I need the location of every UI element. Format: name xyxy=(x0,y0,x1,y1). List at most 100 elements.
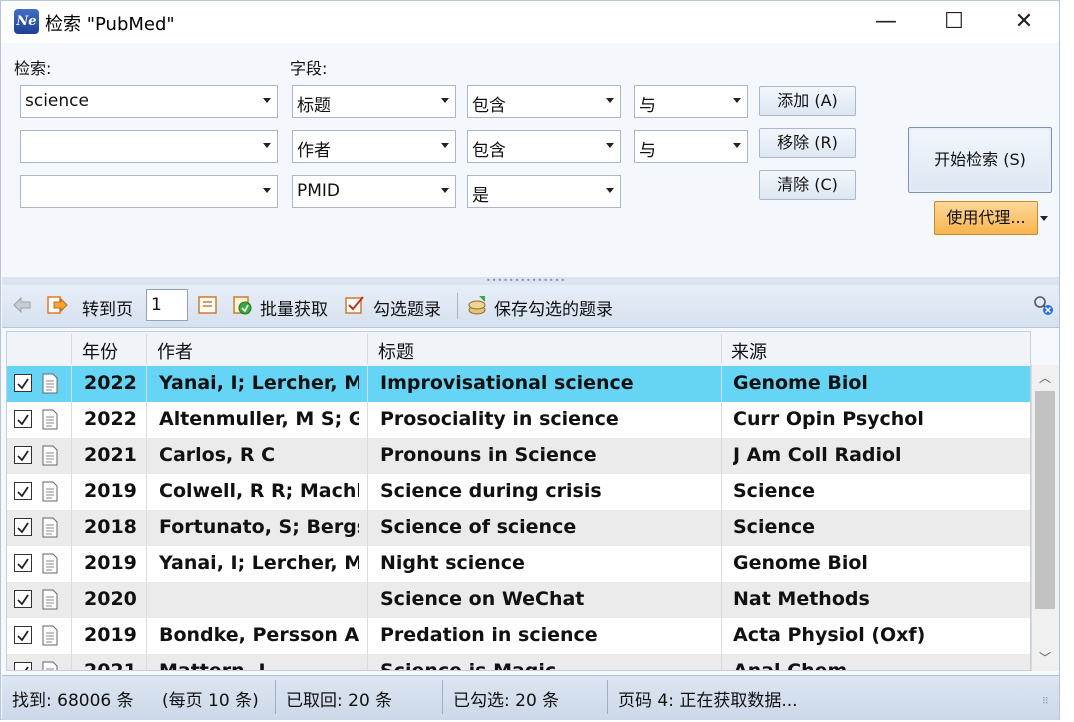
column-header-author[interactable]: 作者 xyxy=(157,338,193,364)
proxy-dropdown-icon[interactable] xyxy=(1040,216,1048,221)
column-divider xyxy=(71,366,72,402)
operator-combo-3[interactable]: 是 xyxy=(467,175,621,208)
table-row[interactable]: 2022 Altenmuller, M S; G. Prosociality in … xyxy=(7,402,1030,438)
cell-year: 2021 xyxy=(84,660,137,671)
row-checkbox[interactable] xyxy=(14,554,32,572)
remove-button[interactable]: 移除 (R) xyxy=(759,128,856,158)
table-row[interactable]: 2021 Carlos, R C Pronouns in Science J Am C… xyxy=(7,438,1030,474)
column-divider xyxy=(146,334,147,364)
maximize-button[interactable]: ☐ xyxy=(919,1,989,43)
column-header-year[interactable]: 年份 xyxy=(82,338,118,364)
logic-combo-1[interactable]: 与 xyxy=(634,85,748,118)
table-row[interactable]: 2019 Colwell, R R; Machlis Science during … xyxy=(7,474,1030,510)
next-page-icon[interactable] xyxy=(46,294,68,316)
cell-author: Fortunato, S; Bergst. xyxy=(159,516,359,538)
logic-combo-2[interactable]: 与 xyxy=(634,130,748,163)
column-divider xyxy=(721,402,722,438)
chevron-down-icon xyxy=(733,143,741,148)
table-row[interactable]: 2019 Yanai, I; Lercher, M Night science Gen… xyxy=(7,546,1030,582)
document-icon xyxy=(42,625,58,646)
cell-title: Improvisational science xyxy=(380,372,634,394)
column-divider xyxy=(71,474,72,510)
checkmark-icon xyxy=(17,486,29,498)
save-records-icon[interactable] xyxy=(466,294,488,316)
column-divider xyxy=(367,474,368,510)
cell-year: 2018 xyxy=(84,516,137,538)
cell-title: Predation in science xyxy=(380,624,598,646)
panel-splitter[interactable]: •••••••••••••• xyxy=(2,277,1059,285)
page-number-input[interactable]: 1 xyxy=(146,289,188,321)
status-found: 找到: 68006 条 xyxy=(12,691,134,711)
column-divider xyxy=(367,618,368,654)
grid-scrollbar[interactable]: ︿ ﹀ xyxy=(1031,365,1059,671)
save-records-label[interactable]: 保存勾选的题录 xyxy=(494,295,613,320)
cell-source: Acta Physiol (Oxf) xyxy=(733,624,926,646)
table-row[interactable]: 2018 Fortunato, S; Bergst. Science of scie… xyxy=(7,510,1030,546)
search-term-combo-3[interactable] xyxy=(20,175,278,208)
cell-year: 2022 xyxy=(84,372,137,394)
go-to-page-icon[interactable] xyxy=(197,294,219,316)
column-divider xyxy=(146,546,147,582)
use-proxy-button[interactable]: 使用代理... xyxy=(934,201,1038,235)
column-divider xyxy=(71,334,72,364)
table-row[interactable]: 2021 Mattern, L Science is Magic Anal Chem xyxy=(7,654,1030,671)
table-row[interactable]: 2019 Bondke, Persson A; . Predation in sci… xyxy=(7,618,1030,654)
scroll-up-icon[interactable]: ︿ xyxy=(1039,369,1051,386)
column-divider xyxy=(721,510,722,546)
scroll-thumb[interactable] xyxy=(1035,391,1055,609)
status-separator xyxy=(607,680,608,714)
row-checkbox[interactable] xyxy=(14,410,32,428)
scroll-down-icon[interactable]: ﹀ xyxy=(1039,649,1051,666)
batch-fetch-label[interactable]: 批量获取 xyxy=(260,295,328,320)
field-combo-2[interactable]: 作者 xyxy=(292,130,456,163)
field-combo-3[interactable]: PMID xyxy=(292,175,456,208)
cell-source: Science xyxy=(733,480,816,502)
table-row[interactable]: 2022 Yanai, I; Lercher, M Improvisational … xyxy=(7,366,1030,402)
document-icon xyxy=(42,553,58,574)
cell-year: 2019 xyxy=(84,624,137,646)
column-divider xyxy=(146,402,147,438)
check-records-label[interactable]: 勾选题录 xyxy=(373,295,441,320)
previous-page-icon[interactable] xyxy=(12,294,34,316)
row-checkbox[interactable] xyxy=(14,518,32,536)
column-divider xyxy=(367,438,368,474)
search-clear-icon[interactable] xyxy=(1032,294,1054,316)
search-term-combo-1[interactable]: science xyxy=(20,85,278,118)
column-divider xyxy=(71,546,72,582)
start-search-button[interactable]: 开始检索 (S) xyxy=(908,127,1052,193)
row-checkbox[interactable] xyxy=(14,590,32,608)
column-header-title[interactable]: 标题 xyxy=(378,338,414,364)
row-checkbox[interactable] xyxy=(14,662,32,670)
table-row[interactable]: 2020 Science on WeChat Nat Methods xyxy=(7,582,1030,618)
field-combo-1[interactable]: 标题 xyxy=(292,85,456,118)
row-checkbox[interactable] xyxy=(14,482,32,500)
cell-author: Carlos, R C xyxy=(159,444,276,466)
row-checkbox[interactable] xyxy=(14,446,32,464)
operator-combo-2[interactable]: 包含 xyxy=(467,130,621,163)
search-term-combo-2[interactable] xyxy=(20,130,278,163)
cell-year: 2019 xyxy=(84,480,137,502)
column-divider xyxy=(721,474,722,510)
column-divider xyxy=(71,438,72,474)
column-divider xyxy=(71,402,72,438)
clear-button[interactable]: 清除 (C) xyxy=(759,170,856,200)
column-divider xyxy=(721,654,722,670)
logic-value: 与 xyxy=(639,96,656,116)
minimize-button[interactable]: — xyxy=(851,1,921,43)
status-checked: 已勾选: 20 条 xyxy=(453,691,560,711)
cell-title: Pronouns in Science xyxy=(380,444,597,466)
check-records-icon[interactable] xyxy=(343,294,365,316)
add-button[interactable]: 添加 (A) xyxy=(759,86,856,116)
operator-combo-1[interactable]: 包含 xyxy=(467,85,621,118)
app-logo-icon: Ne xyxy=(14,9,39,34)
search-panel: 检索: 字段: science 标题 包含 与 作者 包含 与 PMID 是 添… xyxy=(2,43,1059,277)
cell-title: Science is Magic xyxy=(380,660,557,671)
row-checkbox[interactable] xyxy=(14,374,32,392)
batch-fetch-icon[interactable] xyxy=(231,294,253,316)
column-header-source[interactable]: 来源 xyxy=(731,338,767,364)
document-icon xyxy=(42,445,58,466)
chevron-down-icon xyxy=(441,143,449,148)
close-button[interactable]: ✕ xyxy=(989,1,1059,43)
row-checkbox[interactable] xyxy=(14,626,32,644)
resize-grip-icon[interactable]: ⠿ xyxy=(1042,698,1049,707)
